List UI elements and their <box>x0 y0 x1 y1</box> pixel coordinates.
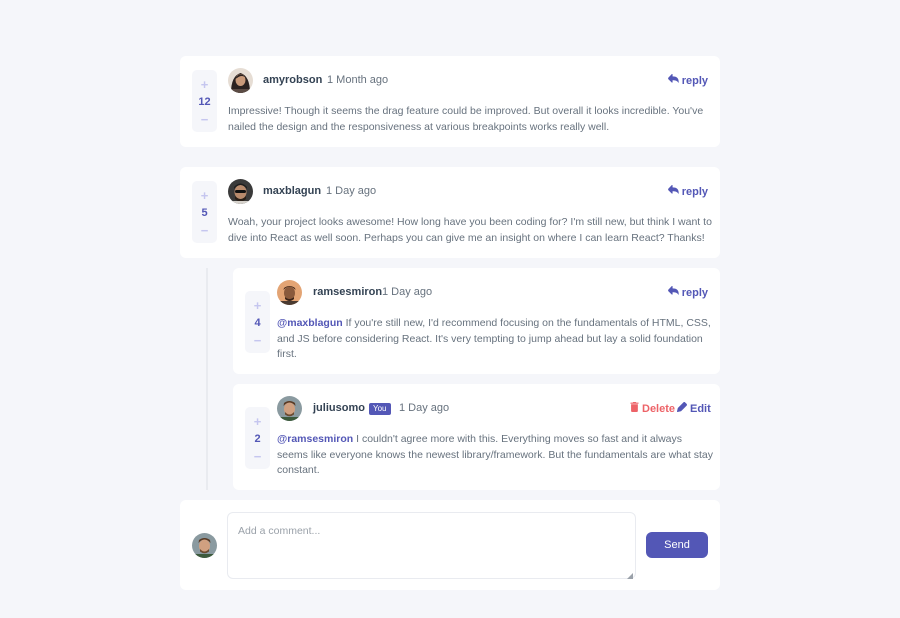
upvote-button[interactable]: + <box>254 415 262 428</box>
current-user-avatar <box>192 533 217 558</box>
reply-label: reply <box>681 74 708 87</box>
resize-handle-icon[interactable] <box>627 570 633 579</box>
comment-card: + 5 − maxblagun 1 Day ago reply Woah, yo… <box>180 167 720 258</box>
comment-card: + 12 − amyrobson 1 Month ago reply Impre… <box>180 56 720 147</box>
score-count: 2 <box>254 433 261 445</box>
username[interactable]: maxblagun <box>263 185 321 197</box>
upvote-button[interactable]: + <box>254 299 262 312</box>
reply-card: + 2 − juliusomo You 1 Day ago Delete Edi… <box>233 384 720 490</box>
reply-text: @maxblagun If you're still new, I'd reco… <box>277 316 713 363</box>
vote-control: + 2 − <box>245 407 270 469</box>
reply-content: If you're still new, I'd recommend focus… <box>277 317 711 360</box>
timestamp: 1 Month ago <box>327 74 389 86</box>
delete-label: Delete <box>642 402 676 415</box>
reply-button[interactable]: reply <box>667 74 708 87</box>
vote-control: + 5 − <box>192 181 217 243</box>
reply-icon <box>667 185 679 198</box>
comment-text: Impressive! Though it seems the drag fea… <box>228 105 704 133</box>
vote-control: + 12 − <box>192 70 217 132</box>
edit-label: Edit <box>690 402 711 415</box>
send-button[interactable]: Send <box>646 532 708 558</box>
score-count: 5 <box>201 207 208 219</box>
reply-thread-line <box>206 268 208 490</box>
reply-card: + 4 − ramsesmiron 1 Day ago reply @maxbl… <box>233 268 720 374</box>
upvote-button[interactable]: + <box>201 189 209 202</box>
upvote-button[interactable]: + <box>201 78 209 91</box>
username[interactable]: ramsesmiron <box>313 286 382 298</box>
mention-link[interactable]: @maxblagun <box>277 317 343 329</box>
downvote-button[interactable]: − <box>254 334 262 347</box>
reply-label: reply <box>681 185 708 198</box>
timestamp: 1 Day ago <box>399 402 450 414</box>
comment-placeholder: Add a comment... <box>238 525 321 537</box>
reply-button[interactable]: reply <box>667 286 708 299</box>
downvote-button[interactable]: − <box>201 113 209 126</box>
reply-button[interactable]: reply <box>667 185 708 198</box>
reply-icon <box>667 74 679 87</box>
username[interactable]: amyrobson <box>263 74 322 86</box>
delete-button[interactable]: Delete <box>630 402 675 415</box>
username[interactable]: juliusomo <box>313 402 365 414</box>
avatar[interactable] <box>277 396 302 421</box>
you-badge: You <box>369 403 391 415</box>
reply-label: reply <box>681 286 708 299</box>
reply-icon <box>667 286 679 299</box>
avatar[interactable] <box>228 179 253 204</box>
timestamp: 1 Day ago <box>326 185 377 197</box>
downvote-button[interactable]: − <box>201 224 209 237</box>
score-count: 4 <box>254 317 261 329</box>
edit-button[interactable]: Edit <box>676 402 711 415</box>
vote-control: + 4 − <box>245 291 270 353</box>
mention-link[interactable]: @ramsesmiron <box>277 433 353 445</box>
reply-text: @ramsesmiron I couldn't agree more with … <box>277 432 713 479</box>
comment-input[interactable]: Add a comment... <box>227 512 636 579</box>
avatar[interactable] <box>277 280 302 305</box>
edit-icon <box>676 402 687 415</box>
comment-text: Woah, your project looks awesome! How lo… <box>228 216 712 244</box>
downvote-button[interactable]: − <box>254 450 262 463</box>
delete-icon <box>630 402 639 415</box>
score-count: 12 <box>198 96 211 108</box>
timestamp: 1 Day ago <box>382 286 433 298</box>
avatar[interactable] <box>228 68 253 93</box>
